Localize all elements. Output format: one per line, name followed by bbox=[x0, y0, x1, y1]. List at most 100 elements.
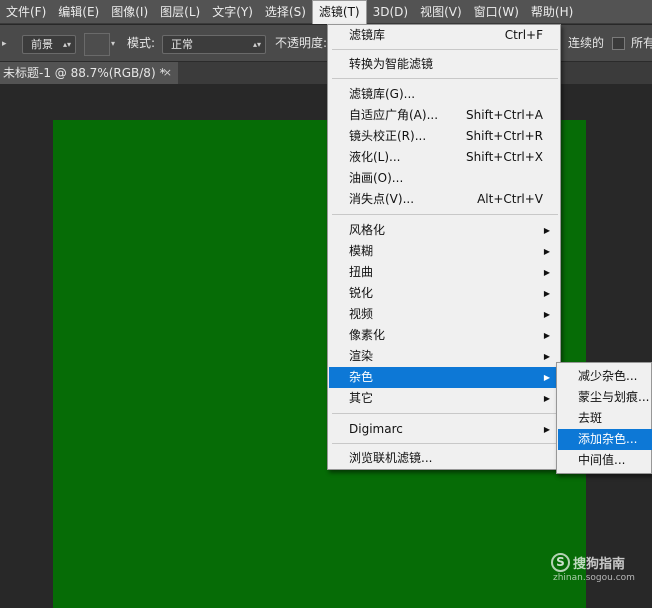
submenu-item-reduce-noise[interactable]: 减少杂色... bbox=[558, 366, 652, 387]
menu-edit[interactable]: 编辑(E) bbox=[52, 0, 105, 24]
menu-item-shortcut: Shift+Ctrl+R bbox=[465, 129, 543, 143]
menu-item-label: 其它 bbox=[349, 391, 374, 405]
menu-file[interactable]: 文件(F) bbox=[0, 0, 52, 24]
menu-select[interactable]: 选择(S) bbox=[259, 0, 312, 24]
menu-item-label: 模糊 bbox=[349, 244, 374, 258]
menu-separator bbox=[332, 443, 558, 444]
menu-item-label: 滤镜库(G)... bbox=[349, 87, 416, 101]
menu-item-digimarc[interactable]: Digimarc ▶ bbox=[329, 419, 559, 440]
mode-value: 正常 bbox=[171, 38, 193, 51]
menu-item-lens-correction[interactable]: 镜头校正(R)... Shift+Ctrl+R bbox=[329, 126, 559, 147]
submenu-arrow-icon: ▶ bbox=[543, 268, 550, 277]
menu-item-label: 液化(L)... bbox=[349, 150, 401, 164]
dropdown-arrows-icon: ▴▾ bbox=[62, 40, 71, 49]
watermark-url: zhinan.sogou.com bbox=[553, 573, 635, 583]
submenu-arrow-icon: ▶ bbox=[543, 310, 550, 319]
submenu-item-dust-scratches[interactable]: 蒙尘与划痕... bbox=[558, 387, 652, 408]
menu-item-video[interactable]: 视频 ▶ bbox=[329, 304, 559, 325]
menu-separator bbox=[332, 49, 558, 50]
submenu-item-label: 中间值... bbox=[578, 453, 626, 467]
menu-item-convert-smart-filter[interactable]: 转换为智能滤镜 bbox=[329, 54, 559, 75]
document-tab[interactable]: 未标题-1 @ 88.7%(RGB/8) * × bbox=[0, 62, 178, 84]
menu-item-pixelate[interactable]: 像素化 ▶ bbox=[329, 325, 559, 346]
menu-item-label: 像素化 bbox=[349, 328, 386, 342]
menu-item-distort[interactable]: 扭曲 ▶ bbox=[329, 262, 559, 283]
mode-dropdown[interactable]: 正常 ▴▾ bbox=[162, 35, 266, 54]
filter-menu: 滤镜库 Ctrl+F 转换为智能滤镜 滤镜库(G)... 自适应广角(A)...… bbox=[327, 24, 561, 470]
menu-item-label: 锐化 bbox=[349, 286, 374, 300]
menu-3d[interactable]: 3D(D) bbox=[367, 0, 414, 24]
menu-separator bbox=[332, 214, 558, 215]
menu-item-last-filter[interactable]: 滤镜库 Ctrl+F bbox=[329, 25, 559, 46]
submenu-arrow-icon: ▶ bbox=[543, 226, 550, 235]
menu-item-sharpen[interactable]: 锐化 ▶ bbox=[329, 283, 559, 304]
opacity-label: 不透明度: bbox=[275, 36, 328, 50]
menu-item-label: Digimarc bbox=[349, 422, 403, 436]
menu-item-label: 浏览联机滤镜... bbox=[349, 451, 433, 465]
menu-item-label: 视频 bbox=[349, 307, 374, 321]
menu-item-label: 渲染 bbox=[349, 349, 374, 363]
menu-type[interactable]: 文字(Y) bbox=[206, 0, 259, 24]
menu-item-shortcut: Alt+Ctrl+V bbox=[477, 192, 543, 206]
submenu-item-label: 添加杂色... bbox=[578, 432, 638, 446]
chevron-down-icon[interactable]: ▾ bbox=[111, 25, 115, 62]
menu-item-label: 转换为智能滤镜 bbox=[349, 57, 434, 71]
menu-item-shortcut: Shift+Ctrl+X bbox=[466, 150, 543, 164]
submenu-item-median[interactable]: 中间值... bbox=[558, 450, 652, 471]
submenu-item-despeckle[interactable]: 去斑 bbox=[558, 408, 652, 429]
mode-label: 模式: bbox=[127, 36, 156, 50]
menu-item-browse-online-filters[interactable]: 浏览联机滤镜... bbox=[329, 448, 559, 469]
menu-item-label: 杂色 bbox=[349, 370, 374, 384]
menu-item-label: 扭曲 bbox=[349, 265, 374, 279]
submenu-arrow-icon: ▶ bbox=[543, 394, 550, 403]
submenu-arrow-icon: ▶ bbox=[543, 352, 550, 361]
dropdown-arrows-icon: ▴▾ bbox=[252, 40, 261, 49]
menu-item-render[interactable]: 渲染 ▶ bbox=[329, 346, 559, 367]
menu-item-other[interactable]: 其它 ▶ bbox=[329, 388, 559, 409]
submenu-item-label: 去斑 bbox=[578, 411, 603, 425]
menu-item-label: 油画(O)... bbox=[349, 171, 404, 185]
submenu-arrow-icon: ▶ bbox=[543, 373, 550, 382]
menu-item-label: 自适应广角(A)... bbox=[349, 108, 439, 122]
menu-view[interactable]: 视图(V) bbox=[414, 0, 468, 24]
pattern-swatch[interactable] bbox=[84, 33, 110, 56]
menu-image[interactable]: 图像(I) bbox=[105, 0, 154, 24]
menu-item-shortcut: Shift+Ctrl+A bbox=[466, 108, 543, 122]
menu-filter[interactable]: 滤镜(T) bbox=[311, 0, 367, 24]
tool-preset-arrow-icon[interactable]: ▸ bbox=[2, 25, 7, 62]
menu-layer[interactable]: 图层(L) bbox=[154, 0, 206, 24]
submenu-item-add-noise[interactable]: 添加杂色... bbox=[558, 429, 652, 450]
document-tab-title: 未标题-1 @ 88.7%(RGB/8) * bbox=[3, 66, 166, 80]
noise-submenu: 减少杂色... 蒙尘与划痕... 去斑 添加杂色... 中间值... bbox=[556, 362, 652, 474]
submenu-arrow-icon: ▶ bbox=[543, 425, 550, 434]
submenu-arrow-icon: ▶ bbox=[543, 247, 550, 256]
close-icon[interactable]: × bbox=[163, 62, 172, 84]
menu-separator bbox=[332, 78, 558, 79]
menu-item-stylize[interactable]: 风格化 ▶ bbox=[329, 220, 559, 241]
fill-source-dropdown[interactable]: 前景 ▴▾ bbox=[22, 35, 76, 54]
menu-window[interactable]: 窗口(W) bbox=[468, 0, 525, 24]
menu-item-label: 滤镜库 bbox=[349, 28, 386, 42]
all-layers-label: 所有 bbox=[631, 36, 652, 50]
menu-item-filter-gallery[interactable]: 滤镜库(G)... bbox=[329, 84, 559, 105]
fill-source-value: 前景 bbox=[31, 38, 53, 51]
menu-item-blur[interactable]: 模糊 ▶ bbox=[329, 241, 559, 262]
menu-item-liquify[interactable]: 液化(L)... Shift+Ctrl+X bbox=[329, 147, 559, 168]
menu-item-label: 风格化 bbox=[349, 223, 386, 237]
submenu-item-label: 减少杂色... bbox=[578, 369, 638, 383]
watermark-name: 搜狗指南 bbox=[573, 557, 626, 572]
all-layers-checkbox[interactable] bbox=[612, 37, 625, 50]
menu-help[interactable]: 帮助(H) bbox=[525, 0, 579, 24]
sogou-logo-icon: S bbox=[551, 553, 570, 572]
menu-item-shortcut: Ctrl+F bbox=[504, 28, 543, 42]
sogou-watermark: S 搜狗指南 zhinan.sogou.com bbox=[551, 552, 647, 586]
submenu-item-label: 蒙尘与划痕... bbox=[578, 390, 650, 404]
menu-item-vanishing-point[interactable]: 消失点(V)... Alt+Ctrl+V bbox=[329, 189, 559, 210]
menu-bar: 文件(F) 编辑(E) 图像(I) 图层(L) 文字(Y) 选择(S) 滤镜(T… bbox=[0, 0, 652, 24]
menu-item-noise[interactable]: 杂色 ▶ bbox=[329, 367, 559, 388]
menu-item-label: 镜头校正(R)... bbox=[349, 129, 427, 143]
menu-item-oil-paint[interactable]: 油画(O)... bbox=[329, 168, 559, 189]
menu-item-adaptive-wide-angle[interactable]: 自适应广角(A)... Shift+Ctrl+A bbox=[329, 105, 559, 126]
menu-item-label: 消失点(V)... bbox=[349, 192, 415, 206]
submenu-arrow-icon: ▶ bbox=[543, 289, 550, 298]
